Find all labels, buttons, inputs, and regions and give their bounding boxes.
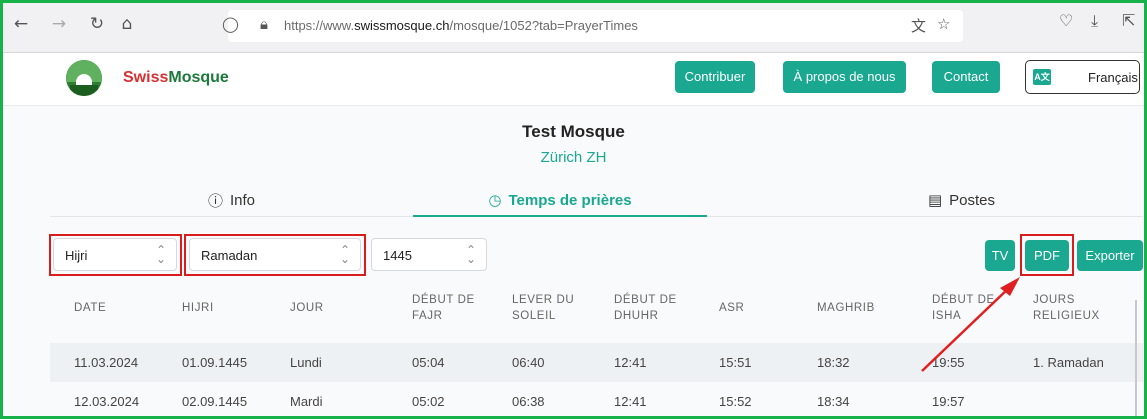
language-selector[interactable]: A文 Français [1025,60,1140,94]
site-header: SwissMosque Contribuer À propos de nous … [3,53,1144,106]
lock-icon: 🔒︎ [260,15,268,33]
clock-icon: ◷ [488,191,502,209]
tab-info[interactable]: ⓘ Info [50,184,413,216]
contact-button[interactable]: Contact [932,61,1000,93]
col-date: DATE [74,302,107,314]
bookmark-star-icon[interactable]: ☆ [937,15,950,33]
cell-sunrise: 06:38 [512,394,545,409]
forward-icon[interactable]: → [46,11,72,37]
browser-toolbar: ← → ↻ ⌂ ◯ 🔒︎ https://www.swissmosque.ch/… [0,0,1147,53]
highlight-box-pdf [1020,234,1074,276]
brand-name[interactable]: SwissMosque [123,69,229,87]
year-select[interactable]: 1445 ⌃ ⌄ [371,238,487,271]
active-tab-indicator [413,215,707,217]
cell-day: Mardi [290,394,323,409]
pocket-icon[interactable]: ♡ [1059,11,1073,30]
tab-prayer-times[interactable]: ◷ Temps de prières [413,184,707,216]
cell-dhuhr: 12:41 [614,355,647,370]
address-bar[interactable]: ◯ 🔒︎ https://www.swissmosque.ch/mosque/1… [222,10,963,42]
language-label: Français [1088,70,1138,85]
table-row: 11.03.2024 01.09.1445 Lundi 05:04 06:40 … [50,343,1143,382]
extensions-icon[interactable]: ⇱ [1122,11,1135,30]
tv-button[interactable]: TV [985,240,1015,271]
shield-icon: ◯ [222,15,239,33]
cell-asr: 15:51 [719,355,752,370]
cell-maghrib: 18:32 [817,355,850,370]
cell-religious-day: 1. Ramadan [1033,355,1104,370]
updown-chevron-icon: ⌃ ⌄ [465,243,476,266]
back-icon[interactable]: ← [8,11,34,37]
home-icon[interactable]: ⌂ [114,11,140,37]
swissmosque-logo[interactable] [66,60,102,96]
mosque-city: Zürich ZH [540,149,607,166]
highlight-box-month [184,234,366,276]
contribute-button[interactable]: Contribuer [675,61,755,93]
reload-icon[interactable]: ↻ [84,11,110,37]
translate-icon: A文 [1033,69,1051,85]
col-isha: DÉBUT DE ISHA [932,294,995,322]
col-religious-days: JOURS RELIGIEUX [1033,294,1100,322]
cell-day: Lundi [290,355,322,370]
cell-isha: 19:55 [932,355,965,370]
col-asr: ASR [719,302,745,314]
cell-date: 12.03.2024 [74,394,140,409]
cell-fajr: 05:02 [412,394,445,409]
col-dhuhr: DÉBUT DE DHUHR [614,294,677,322]
col-maghrib: MAGHRIB [817,302,875,314]
cell-dhuhr: 12:41 [614,394,647,409]
cell-date: 11.03.2024 [74,355,139,370]
cell-maghrib: 18:34 [817,394,850,409]
download-icon[interactable]: ⤓ [1091,11,1098,31]
export-button[interactable]: Exporter [1077,240,1143,271]
info-icon: ⓘ [207,191,223,210]
highlight-box-calendar [49,234,182,276]
arrow-head [1000,277,1020,296]
cell-sunrise: 06:40 [512,355,545,370]
col-fajr: DÉBUT DE FAJR [412,294,475,322]
about-button[interactable]: À propos de nous [783,61,906,93]
translate-icon[interactable]: 文 [911,15,926,36]
cell-hijri: 01.09.1445 [182,355,248,370]
col-hijri: HIJRI [182,302,214,314]
newspaper-icon: ▤ [927,191,943,209]
cell-fajr: 05:04 [412,355,445,370]
tab-posts[interactable]: ▤ Postes [780,184,1143,216]
cell-hijri: 02.09.1445 [182,394,248,409]
col-day: JOUR [290,302,324,314]
table-scrollbar[interactable] [1135,300,1137,419]
table-row: 12.03.2024 02.09.1445 Mardi 05:02 06:38 … [50,382,1143,419]
url-text: https://www.swissmosque.ch/mosque/1052?t… [284,18,638,33]
cell-asr: 15:52 [719,394,752,409]
cell-isha: 19:57 [932,394,965,409]
mosque-name: Test Mosque [522,122,625,141]
col-sunrise: LEVER DU SOLEIL [512,294,575,322]
